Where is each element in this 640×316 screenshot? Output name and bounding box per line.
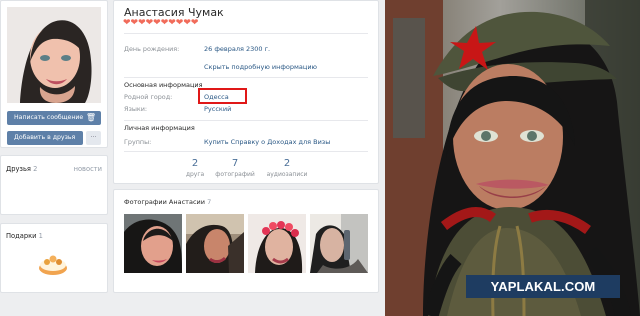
gifts-card: Подарки 1 (0, 223, 108, 293)
photos-card: Фотографии Анастасии 7 (113, 189, 379, 293)
stats-divider (124, 151, 368, 152)
screenshot: Написать сообщение 🗑 Добавить в друзья ·… (0, 0, 640, 316)
hide-info-link[interactable]: Скрыть подробную информацию (204, 63, 317, 71)
birthday-value: 26 февраля 2300 г. (204, 45, 271, 53)
main-info-divider (124, 77, 368, 78)
languages-label: Языки: (124, 105, 148, 113)
photo-thumbnail-image (124, 214, 182, 273)
more-button[interactable]: ··· (86, 131, 101, 145)
main-info-section-title: Основная информация (124, 81, 203, 89)
audio-stat-label[interactable]: аудиозаписи (262, 171, 312, 178)
profile-page: Написать сообщение 🗑 Добавить в друзья ·… (0, 0, 385, 316)
yaplakal-watermark: YAPLAKAL.COM (466, 275, 620, 298)
profile-info-card: Анастасия Чумак ❤❤❤❤❤❤❤❤❤❤ День рождения… (113, 0, 379, 184)
personal-info-divider (124, 120, 368, 121)
friends-title: Друзья (6, 165, 31, 173)
header-divider (124, 33, 368, 34)
photo-thumbnail-image (310, 214, 368, 273)
trash-icon[interactable]: 🗑 (86, 111, 96, 125)
gifts-section-title[interactable]: Подарки 1 (6, 232, 43, 240)
write-message-button[interactable]: Написать сообщение 🗑 (7, 111, 101, 125)
avatar-card: Написать сообщение 🗑 Добавить в друзья ·… (0, 0, 108, 148)
write-message-label: Написать сообщение (14, 114, 84, 121)
friends-stat-value[interactable]: 2 (182, 158, 208, 169)
gifts-title: Подарки (6, 232, 37, 240)
audio-stat-value[interactable]: 2 (274, 158, 300, 169)
photo-thumbnail[interactable] (248, 214, 306, 273)
photos-count: 7 (207, 198, 212, 206)
portrait-image (385, 0, 640, 316)
languages-value[interactable]: Русский (204, 105, 231, 113)
photo-thumbnail-image (186, 214, 244, 273)
gift-cake-icon[interactable] (37, 251, 69, 277)
profile-avatar[interactable] (7, 7, 101, 103)
groups-value[interactable]: Купить Справку о Доходах для Визы (204, 138, 330, 146)
photo-thumbnail-image (248, 214, 306, 273)
photo-thumbnail[interactable] (186, 214, 244, 273)
gifts-count: 1 (38, 232, 43, 240)
friends-card: Друзья 2 новости (0, 155, 108, 215)
photos-stat-value[interactable]: 7 (222, 158, 248, 169)
birthday-label: День рождения: (124, 45, 180, 53)
friends-section-title[interactable]: Друзья 2 (6, 165, 37, 173)
hometown-label: Родной город: (124, 93, 173, 101)
add-friend-button[interactable]: Добавить в друзья (7, 131, 83, 145)
photo-thumbnail[interactable] (310, 214, 368, 273)
photo-thumbnail[interactable] (124, 214, 182, 273)
groups-label: Группы: (124, 138, 152, 146)
status-hearts: ❤❤❤❤❤❤❤❤❤❤ (123, 18, 199, 28)
add-friend-label: Добавить в друзья (14, 134, 76, 141)
friends-news-link[interactable]: новости (74, 165, 102, 173)
more-icon: ··· (90, 134, 97, 141)
photos-title: Фотографии Анастасии (124, 198, 205, 206)
photos-section-title[interactable]: Фотографии Анастасии 7 (124, 198, 211, 206)
hometown-highlight (198, 88, 247, 104)
friends-count: 2 (33, 165, 38, 173)
large-portrait-photo[interactable] (385, 0, 640, 316)
personal-info-section-title: Личная информация (124, 124, 195, 132)
photos-stat-label[interactable]: фотографий (210, 171, 260, 178)
avatar-image (7, 7, 101, 103)
